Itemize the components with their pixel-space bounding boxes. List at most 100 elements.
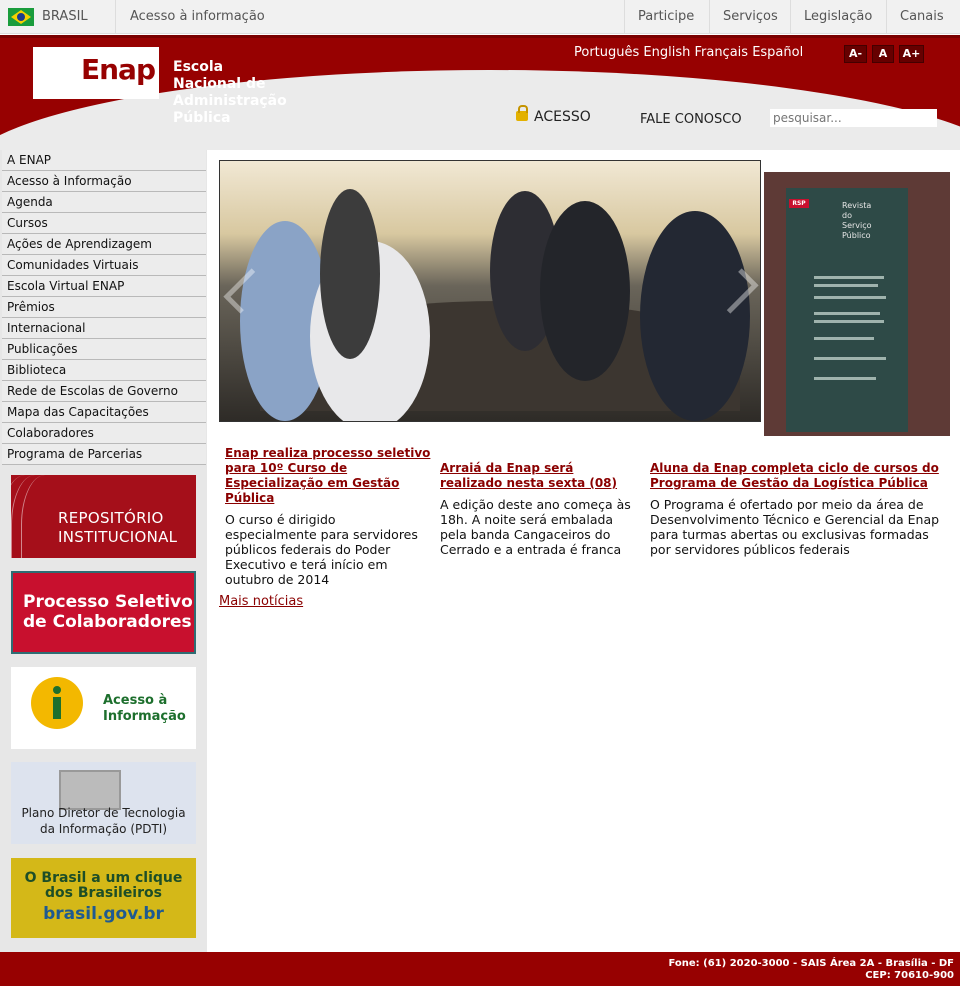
font-decrease-button[interactable]: A- — [844, 45, 867, 63]
acesso-text: Acesso à Informação — [103, 693, 186, 725]
brasil-gov-banner[interactable]: O Brasil a um clique dos Brasileiros bra… — [11, 858, 196, 938]
brasil-url: brasil.gov.br — [43, 904, 164, 924]
gov-link-legislacao[interactable]: Legislação — [804, 9, 872, 24]
banner-line: dos Brasileiros — [45, 885, 162, 901]
divider — [886, 0, 887, 34]
logo-text[interactable]: Escola Nacional de Administração Pública — [173, 59, 287, 127]
repositorio-text: REPOSITÓRIO INSTITUCIONAL — [58, 509, 177, 547]
contact-link[interactable]: FALE CONOSCO — [640, 112, 742, 127]
rsp-magazine-cover[interactable]: RSP Revista do Serviço Público — [764, 172, 950, 436]
banner-line: da Informação (PDTI) — [39, 822, 168, 836]
banner-line: O Brasil a um clique — [24, 870, 183, 886]
magazine-title: Revista do Serviço Público — [842, 201, 872, 241]
person — [540, 201, 630, 381]
brasil-text: O Brasil a um clique dos Brasileiros — [11, 871, 196, 901]
person — [320, 189, 380, 359]
footer-cep: CEP: 70610-900 — [865, 970, 954, 981]
text-line — [814, 296, 886, 299]
news-title-link[interactable]: Arraiá da Enap será realizado nesta sext… — [440, 461, 638, 491]
gov-link-canais[interactable]: Canais — [900, 9, 944, 24]
banner-line: Informação — [103, 709, 186, 724]
banner-line: de Colaboradores — [23, 612, 192, 632]
text-line — [814, 284, 878, 287]
menu-item-programa-parcerias[interactable]: Programa de Parcerias — [2, 444, 206, 465]
processo-seletivo-banner[interactable]: Processo Seletivo de Colaboradores — [11, 571, 196, 654]
gov-bar: BRASIL Acesso à informação Participe Ser… — [0, 0, 960, 34]
banner-line: INSTITUCIONAL — [58, 528, 178, 546]
logo-line: Pública — [173, 110, 231, 126]
text-line — [814, 337, 874, 340]
document-icon — [59, 770, 121, 810]
processo-text: Processo Seletivo de Colaboradores — [23, 592, 193, 632]
gov-link-participe[interactable]: Participe — [638, 9, 694, 24]
person — [640, 211, 750, 421]
title-line: Público — [842, 231, 871, 240]
pdti-banner[interactable]: Plano Diretor de Tecnologia da Informaçã… — [11, 762, 196, 844]
language-links[interactable]: Português English Français Español — [574, 45, 803, 60]
logo-line: Nacional de — [173, 76, 266, 92]
footer-address: Fone: (61) 2020-3000 - SAIS Área 2A - Br… — [668, 958, 954, 969]
text-line — [814, 357, 886, 360]
pdti-text: Plano Diretor de Tecnologia da Informaçã… — [11, 805, 196, 837]
acesso-informacao-banner[interactable]: Acesso à Informação — [11, 667, 196, 749]
divider — [709, 0, 710, 34]
site-header: Enap Escola Nacional de Administração Pú… — [0, 35, 960, 150]
menu-item-comunidades-virtuais[interactable]: Comunidades Virtuais — [2, 255, 206, 276]
banner-line: Plano Diretor de Tecnologia — [21, 806, 186, 820]
text-line — [814, 276, 884, 279]
menu-item-a-enap[interactable]: A ENAP — [2, 150, 206, 171]
menu-item-escola-virtual[interactable]: Escola Virtual ENAP — [2, 276, 206, 297]
logo-word: Enap — [81, 53, 156, 86]
font-normal-button[interactable]: A — [872, 45, 894, 63]
footer: Fone: (61) 2020-3000 - SAIS Área 2A - Br… — [0, 952, 960, 986]
brazil-flag-icon[interactable] — [8, 8, 34, 26]
divider — [624, 0, 625, 34]
news-title-link[interactable]: Aluna da Enap completa ciclo de cursos d… — [650, 461, 942, 491]
news-summary: O Programa é ofertado por meio da área d… — [650, 497, 940, 557]
sidebar-menu: A ENAP Acesso à Informação Agenda Cursos… — [2, 150, 206, 465]
gov-link-servicos[interactable]: Serviços — [723, 9, 778, 24]
menu-item-publicacoes[interactable]: Publicações — [2, 339, 206, 360]
title-line: Serviço — [842, 221, 872, 230]
news-summary: A edição deste ano começa às 18h. A noit… — [440, 497, 631, 557]
banner-line: REPOSITÓRIO — [58, 509, 164, 527]
banner-line: Acesso à — [103, 693, 168, 708]
menu-item-acoes-aprendizagem[interactable]: Ações de Aprendizagem — [2, 234, 206, 255]
hero-photo[interactable] — [219, 160, 761, 422]
divider — [115, 0, 116, 34]
lock-icon — [516, 105, 528, 121]
more-news-link[interactable]: Mais notícias — [219, 594, 303, 609]
font-increase-button[interactable]: A+ — [899, 45, 924, 63]
menu-item-colaboradores[interactable]: Colaboradores — [2, 423, 206, 444]
news-item: Enap realiza processo seletivo para 10º … — [225, 446, 431, 587]
logo-line: Administração — [173, 93, 287, 109]
title-line: do — [842, 211, 852, 220]
access-label: ACESSO — [534, 109, 591, 125]
access-link[interactable]: ACESSO — [516, 105, 591, 125]
menu-item-acesso-informacao[interactable]: Acesso à Informação — [2, 171, 206, 192]
gov-access-info-link[interactable]: Acesso à informação — [130, 9, 265, 24]
text-line — [814, 320, 884, 323]
news-summary: O curso é dirigido especialmente para se… — [225, 512, 418, 587]
menu-item-rede-escolas[interactable]: Rede de Escolas de Governo — [2, 381, 206, 402]
menu-item-biblioteca[interactable]: Biblioteca — [2, 360, 206, 381]
menu-item-cursos[interactable]: Cursos — [2, 213, 206, 234]
info-icon — [31, 677, 83, 729]
menu-item-premios[interactable]: Prêmios — [2, 297, 206, 318]
text-line — [814, 377, 876, 380]
title-line: Revista — [842, 201, 872, 210]
logo-line: Escola — [173, 59, 224, 75]
menu-item-mapa-capacitacoes[interactable]: Mapa das Capacitações — [2, 402, 206, 423]
rsp-tag: RSP — [789, 199, 809, 208]
news-title-link[interactable]: Enap realiza processo seletivo para 10º … — [225, 446, 431, 506]
menu-item-agenda[interactable]: Agenda — [2, 192, 206, 213]
news-item: Arraiá da Enap será realizado nesta sext… — [440, 461, 638, 557]
enap-logo[interactable]: Enap — [33, 47, 159, 99]
menu-item-internacional[interactable]: Internacional — [2, 318, 206, 339]
gov-brasil-link[interactable]: BRASIL — [42, 9, 88, 24]
news-item: Aluna da Enap completa ciclo de cursos d… — [650, 461, 942, 557]
divider — [790, 0, 791, 34]
repositorio-banner[interactable]: REPOSITÓRIO INSTITUCIONAL — [11, 475, 196, 558]
search-input[interactable] — [770, 109, 937, 127]
banner-line: Processo Seletivo — [23, 592, 193, 612]
